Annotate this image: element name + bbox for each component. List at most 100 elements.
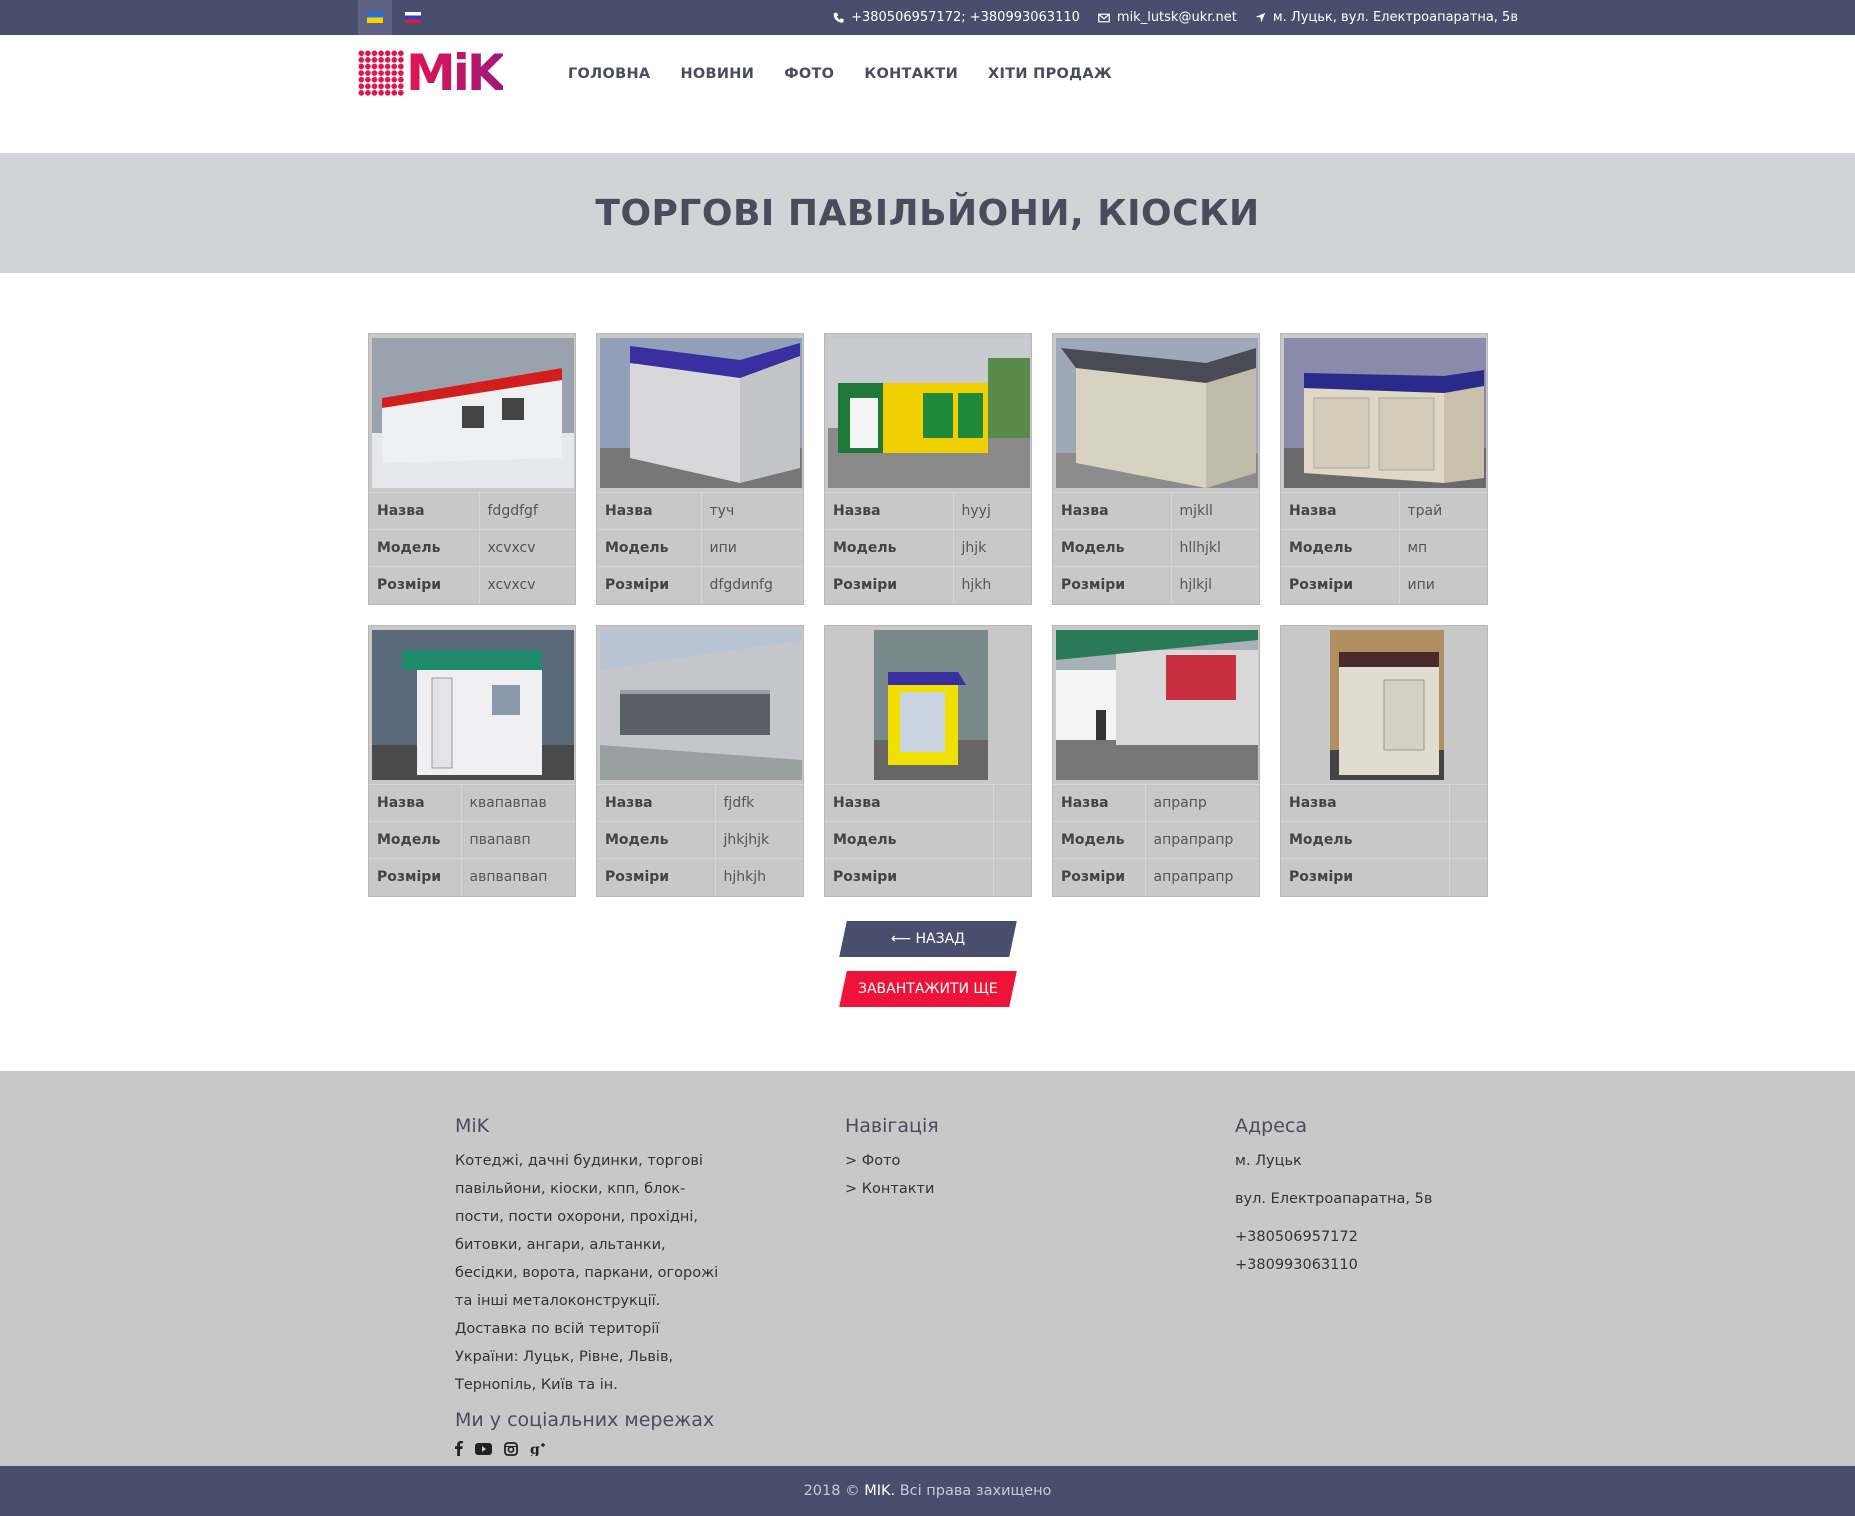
product-specs-table: Назва апрапр Модель апрапрапр Розміри апрапра… (1053, 784, 1259, 896)
spec-value: апрапрапр (1145, 858, 1259, 896)
product-photo[interactable] (1284, 338, 1486, 488)
instagram-icon[interactable] (504, 1441, 518, 1456)
spec-value: dfgdиnfg (701, 566, 803, 604)
product-photo[interactable] (828, 338, 1030, 488)
product-card[interactable]: Назва трай Модель мп Розміри ипи (1280, 333, 1488, 605)
product-card[interactable]: Назва fdgdfgf Модель xcvxcv Розміри xcvxcv (368, 333, 576, 605)
product-photo[interactable] (1056, 630, 1258, 780)
youtube-icon[interactable] (475, 1442, 492, 1455)
product-card[interactable]: Назва fjdfk Модель jhkjhjk Розміри hjhkjh (596, 625, 804, 897)
load-more-button[interactable]: ЗАВАНТАЖИТИ ЩЕ (839, 971, 1017, 1007)
nav-news[interactable]: НОВИНИ (680, 66, 754, 82)
spec-label: Розміри (369, 858, 462, 896)
footer-link-contacts[interactable]: > Контакти (845, 1175, 939, 1203)
social-links: g (455, 1441, 725, 1456)
copyright-year: 2018 © (803, 1483, 860, 1499)
address-contact: м. Луцьк, вул. Електроапаратна, 5в (1255, 10, 1518, 25)
lang-ukrainian[interactable] (358, 0, 392, 35)
spec-value: hjkh (953, 566, 1031, 604)
spec-label: Модель (825, 529, 954, 567)
email-contact[interactable]: mik_lutsk@ukr.net (1098, 10, 1237, 25)
product-card[interactable]: Назва Модель Розміри (1280, 625, 1488, 897)
table-row: Розміри hjlkjl (1053, 566, 1259, 604)
product-photo[interactable] (600, 630, 802, 780)
product-card[interactable]: Назва квапавпав Модель пвапавп Розміри авпвап… (368, 625, 576, 897)
spec-label: Назва (369, 784, 462, 822)
product-card[interactable]: Назва mjkll Модель hllhjkl Розміри hjlkjl (1052, 333, 1260, 605)
spec-value: hjlkjl (1171, 566, 1259, 604)
product-photo[interactable] (372, 338, 574, 488)
footer-link-photo[interactable]: > Фото (845, 1147, 939, 1175)
product-specs-table: Назва fjdfk Модель jhkjhjk Розміри hjhkjh (597, 784, 803, 896)
spec-label: Модель (825, 821, 994, 859)
russian-flag-icon (405, 12, 421, 23)
spec-value: mjkll (1171, 492, 1259, 530)
spec-label: Модель (1281, 821, 1450, 859)
spec-label: Модель (597, 529, 702, 567)
table-row: Назва апрапр (1053, 784, 1259, 822)
nav-photo[interactable]: ФОТО (784, 66, 834, 82)
footer-city: м. Луцьк (1235, 1153, 1302, 1169)
product-specs-table: Назва квапавпав Модель пвапавп Розміри авпвап… (369, 784, 575, 896)
product-photo[interactable] (372, 630, 574, 780)
phone-icon (833, 12, 844, 23)
site-logo[interactable]: MiK (358, 44, 540, 102)
spec-value: xcvxcv (479, 529, 575, 567)
product-photo[interactable] (1284, 630, 1486, 780)
product-specs-table: Назва hyyj Модель jhjk Розміри hjkh (825, 492, 1031, 604)
nav-contacts[interactable]: КОНТАКТИ (864, 66, 958, 82)
footer-address-title: Адреса (1235, 1115, 1307, 1137)
spec-label: Назва (825, 492, 954, 530)
spec-label: Модель (369, 821, 462, 859)
table-row: Модель jhjk (825, 529, 1031, 567)
back-button[interactable]: ⟵ НАЗАД (839, 921, 1017, 957)
footer-about-text: Котеджі, дачні будинки, торгові павільйо… (455, 1153, 719, 1393)
product-photo[interactable] (1056, 338, 1258, 488)
spec-label: Назва (1053, 492, 1172, 530)
footer-street: вул. Електроапаратна, 5в (1235, 1191, 1433, 1207)
product-specs-table: Назва трай Модель мп Розміри ипи (1281, 492, 1487, 604)
table-row: Назва (1281, 784, 1487, 822)
spec-value (1449, 784, 1487, 822)
footer-phone-1: +380506957172 (1235, 1229, 1358, 1245)
footer-address: Адреса м. Луцьк вул. Електроапаратна, 5в… (1235, 1115, 1432, 1279)
svg-text:g: g (530, 1442, 540, 1456)
address-text: м. Луцьк, вул. Електроапаратна, 5в (1272, 10, 1518, 25)
spec-label: Розміри (1053, 858, 1146, 896)
spec-label: Назва (1281, 784, 1450, 822)
product-photo[interactable] (828, 630, 1030, 780)
lang-russian[interactable] (396, 0, 430, 35)
spec-label: Розміри (369, 566, 480, 604)
spec-value: ипи (701, 529, 803, 567)
table-row: Назва mjkll (1053, 492, 1259, 530)
logo-text: MiK (406, 44, 506, 102)
product-photo[interactable] (600, 338, 802, 488)
product-card[interactable]: Назва hyyj Модель jhjk Розміри hjkh (824, 333, 1032, 605)
facebook-icon[interactable] (455, 1441, 463, 1456)
table-row: Розміри dfgdиnfg (597, 566, 803, 604)
spec-value (993, 858, 1031, 896)
google-plus-icon[interactable]: g (530, 1441, 546, 1456)
table-row: Назва fdgdfgf (369, 492, 575, 530)
product-card[interactable]: Назва туч Модель ипи Розміри dfgdиnfg (596, 333, 804, 605)
table-row: Модель hllhjkl (1053, 529, 1259, 567)
table-row: Модель ипи (597, 529, 803, 567)
product-card[interactable]: Назва апрапр Модель апрапрапр Розміри апрапра… (1052, 625, 1260, 897)
table-row: Розміри (1281, 858, 1487, 896)
nav-home[interactable]: ГОЛОВНА (568, 66, 650, 82)
product-specs-table: Назва Модель Розміри (1281, 784, 1487, 896)
footer-navigation: Навігація > Фото > Контакти (845, 1115, 939, 1203)
product-specs-table: Назва mjkll Модель hllhjkl Розміри hjlkjl (1053, 492, 1259, 604)
table-row: Назва туч (597, 492, 803, 530)
copyright-brand: MIK. (864, 1483, 896, 1499)
phone-contact[interactable]: +380506957172; +380993063110 (833, 10, 1080, 25)
nav-bestsellers[interactable]: ХІТИ ПРОДАЖ (988, 66, 1112, 82)
spec-value: мп (1399, 529, 1487, 567)
footer-phone-2: +380993063110 (1235, 1257, 1358, 1273)
main-nav: ГОЛОВНА НОВИНИ ФОТО КОНТАКТИ ХІТИ ПРОДАЖ (568, 35, 1142, 113)
spec-value: fdgdfgf (479, 492, 575, 530)
spec-value (993, 784, 1031, 822)
location-arrow-icon (1255, 12, 1266, 23)
table-row: Назва fjdfk (597, 784, 803, 822)
product-card[interactable]: Назва Модель Розміри (824, 625, 1032, 897)
